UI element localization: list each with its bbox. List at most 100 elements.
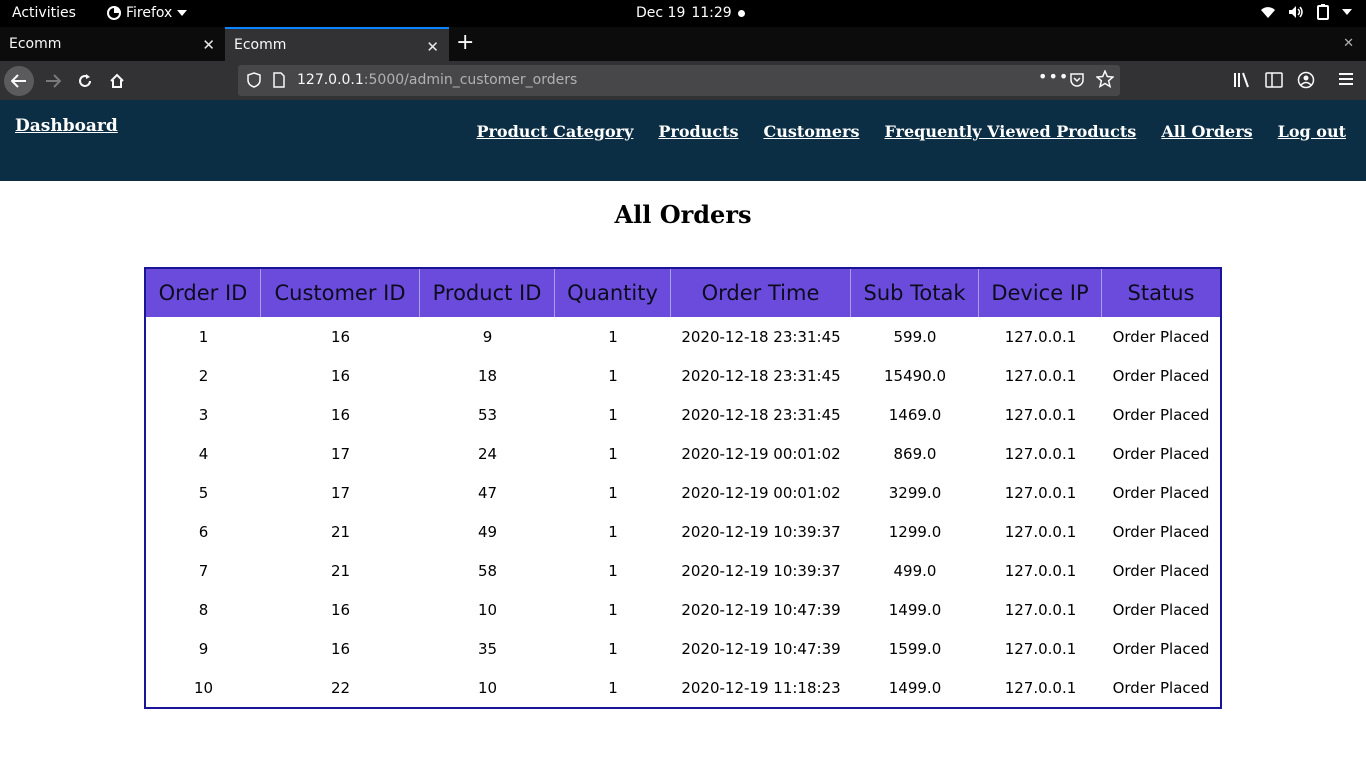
table-row: 6 21 49 1 2020-12-19 10:39:37 1299.0 127.0.0.1… [146, 512, 1220, 551]
cell-quantity: 1 [608, 561, 618, 580]
cell-device-ip: 127.0.0.1 [1004, 444, 1077, 463]
close-icon[interactable]: ✕ [426, 38, 439, 56]
orders-table: Order ID Customer ID Product ID Quantity… [144, 267, 1222, 709]
new-tab-button[interactable]: + [456, 30, 474, 55]
navigation-toolbar: 127.0.0.1:5000/admin_customer_orders ••• [0, 61, 1366, 100]
cell-order-time: 2020-12-19 10:39:37 [681, 561, 841, 580]
wifi-icon [1261, 7, 1275, 18]
nav-products[interactable]: Products [658, 122, 738, 141]
table-row: 8 16 10 1 2020-12-19 10:47:39 1499.0 127.0.0.1… [146, 590, 1220, 629]
cell-customer-id: 16 [330, 327, 351, 346]
cell-product-id: 18 [477, 366, 498, 385]
bookmark-star-icon[interactable] [1096, 70, 1114, 88]
table-row: 4 17 24 1 2020-12-19 00:01:02 869.0 127.0.0.1 O… [146, 434, 1220, 473]
cell-sub-total: 1469.0 [888, 405, 942, 424]
tab-title: Ecomm [9, 36, 62, 52]
cell-device-ip: 127.0.0.1 [1004, 678, 1077, 697]
cell-device-ip: 127.0.0.1 [1004, 522, 1077, 541]
nav-frequently-viewed-products[interactable]: Frequently Viewed Products [884, 122, 1136, 141]
cell-customer-id: 16 [330, 600, 351, 619]
pocket-icon[interactable] [1069, 72, 1085, 88]
reload-icon [79, 74, 91, 87]
col-header-customer-id: Customer ID [261, 269, 420, 317]
cell-product-id: 58 [477, 561, 498, 580]
cell-product-id: 47 [477, 483, 498, 502]
cell-device-ip: 127.0.0.1 [1004, 639, 1077, 658]
table-row: 1 16 9 1 2020-12-18 23:31:45 599.0 127.0.0.1 Or… [146, 317, 1220, 356]
cell-order-id: 6 [198, 522, 209, 541]
home-button[interactable] [102, 66, 132, 96]
cell-status: Order Placed [1112, 366, 1210, 385]
table-row: 3 16 53 1 2020-12-18 23:31:45 1469.0 127.0.0.1… [146, 395, 1220, 434]
cell-product-id: 35 [477, 639, 498, 658]
dashboard-link[interactable]: Dashboard [15, 116, 118, 136]
clock-time: 11:29 [691, 5, 732, 21]
nav-product-category[interactable]: Product Category [476, 122, 633, 141]
cell-order-time: 2020-12-19 10:47:39 [681, 639, 841, 658]
close-window-icon[interactable]: ✕ [1343, 36, 1354, 51]
close-icon[interactable]: ✕ [202, 36, 215, 54]
app-menu[interactable]: Firefox [107, 5, 188, 21]
shield-icon[interactable] [247, 72, 261, 88]
activities-button[interactable]: Activities [12, 5, 76, 21]
col-header-status: Status [1102, 269, 1220, 317]
cell-status: Order Placed [1112, 327, 1210, 346]
reload-button[interactable] [70, 66, 100, 96]
cell-customer-id: 21 [330, 561, 351, 580]
battery-icon [1317, 4, 1329, 20]
cell-device-ip: 127.0.0.1 [1004, 327, 1077, 346]
page-info-icon[interactable] [273, 72, 285, 88]
cell-status: Order Placed [1112, 483, 1210, 502]
url-text[interactable]: 127.0.0.1:5000/admin_customer_orders [297, 72, 577, 88]
browser-tab-active[interactable]: Ecomm ✕ [225, 27, 449, 61]
hamburger-menu-icon[interactable] [1338, 71, 1354, 87]
chevron-down-icon [177, 10, 188, 16]
cell-status: Order Placed [1112, 561, 1210, 580]
cell-product-id: 53 [477, 405, 498, 424]
cell-status: Order Placed [1112, 678, 1210, 697]
nav-log-out[interactable]: Log out [1278, 122, 1346, 141]
cell-sub-total: 869.0 [893, 444, 937, 463]
col-header-product-id: Product ID [420, 269, 555, 317]
nav-all-orders[interactable]: All Orders [1161, 122, 1252, 141]
sidebar-icon[interactable] [1265, 71, 1283, 89]
cell-device-ip: 127.0.0.1 [1004, 366, 1077, 385]
cell-quantity: 1 [608, 366, 618, 385]
cell-customer-id: 21 [330, 522, 351, 541]
nav-customers[interactable]: Customers [763, 122, 859, 141]
forward-button[interactable] [38, 66, 68, 96]
library-icon[interactable] [1233, 71, 1251, 89]
cell-quantity: 1 [608, 327, 618, 346]
account-icon[interactable] [1297, 71, 1315, 89]
col-header-quantity: Quantity [555, 269, 671, 317]
home-icon [110, 73, 124, 88]
col-header-order-time: Order Time [671, 269, 851, 317]
page-actions-icon[interactable]: ••• [1038, 67, 1069, 86]
chevron-down-icon [1342, 9, 1352, 15]
tab-strip: Ecomm ✕ Ecomm ✕ + ✕ [0, 27, 1366, 61]
address-bar[interactable]: 127.0.0.1:5000/admin_customer_orders ••• [238, 65, 1120, 96]
page-title: All Orders [614, 200, 752, 229]
cell-order-time: 2020-12-19 00:01:02 [681, 483, 841, 502]
firefox-icon [107, 6, 121, 20]
cell-device-ip: 127.0.0.1 [1004, 483, 1077, 502]
tab-title: Ecomm [234, 37, 287, 53]
cell-status: Order Placed [1112, 522, 1210, 541]
cell-product-id: 9 [482, 327, 493, 346]
volume-icon [1289, 6, 1303, 18]
cell-status: Order Placed [1112, 405, 1210, 424]
table-row: 2 16 18 1 2020-12-18 23:31:45 15490.0 127.0.0.… [146, 356, 1220, 395]
cell-status: Order Placed [1112, 639, 1210, 658]
cell-product-id: 49 [477, 522, 498, 541]
cell-product-id: 10 [477, 600, 498, 619]
header-row: Order ID Customer ID Product ID Quantity… [146, 269, 1220, 317]
browser-tab[interactable]: Ecomm ✕ [0, 27, 225, 61]
clock[interactable]: Dec 19 11:29 [636, 5, 745, 21]
arrow-right-icon [46, 74, 61, 88]
cell-order-id: 3 [198, 405, 209, 424]
site-nav: Product Category Products Customers Freq… [476, 122, 1346, 141]
back-button[interactable] [4, 66, 34, 96]
system-tray[interactable] [1260, 4, 1352, 20]
cell-sub-total: 1499.0 [888, 600, 942, 619]
cell-quantity: 1 [608, 483, 618, 502]
